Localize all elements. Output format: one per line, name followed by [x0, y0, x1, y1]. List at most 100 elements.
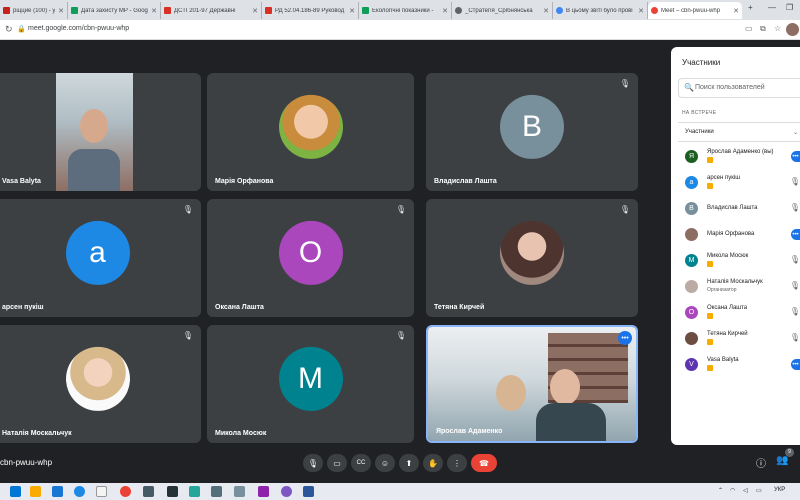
- volume-icon[interactable]: ◁: [743, 487, 748, 494]
- edge-icon[interactable]: [74, 486, 85, 497]
- video-tile[interactable]: 🎙 Тетяна Кирчей: [426, 199, 638, 317]
- mic-off-icon: 🎙: [182, 205, 193, 214]
- viber-icon[interactable]: [281, 486, 292, 497]
- app-icon[interactable]: [234, 486, 245, 497]
- list-item[interactable]: Тетяна Кирчей 🎙: [671, 327, 800, 351]
- lock-icon[interactable]: 🔒: [17, 25, 26, 33]
- captions-button[interactable]: CC: [351, 454, 371, 472]
- browser-tab[interactable]: рщцие (100) - yarad1✕: [0, 2, 68, 19]
- video-tile[interactable]: 🎙 M Микола Мосюк: [207, 325, 414, 443]
- video-tile[interactable]: 🎙 O Оксана Лашта: [207, 199, 414, 317]
- avatar: B: [685, 202, 698, 215]
- browser-tab[interactable]: РД 52.04.186-89 Руковод ✕: [262, 2, 359, 19]
- participant-name: Микола Мосюк: [707, 253, 749, 259]
- sheets-icon: [362, 7, 369, 14]
- close-icon[interactable]: ✕: [638, 7, 644, 15]
- video-tile[interactable]: 🎙 a арсен пукіш: [0, 199, 201, 317]
- profile-avatar[interactable]: [786, 23, 799, 36]
- close-icon[interactable]: ✕: [58, 7, 64, 15]
- avatar-initial: M: [298, 361, 323, 395]
- list-item[interactable]: a арсен пукіш 🎙: [671, 171, 800, 195]
- wifi-icon[interactable]: ◠: [730, 487, 735, 494]
- more-options-icon[interactable]: •••: [791, 359, 800, 370]
- close-icon[interactable]: ✕: [151, 7, 157, 15]
- close-icon[interactable]: ✕: [252, 7, 258, 15]
- browser-tab[interactable]: _Стратегія_Срібнянська ✕: [452, 2, 553, 19]
- emoji-icon: ☺: [380, 458, 390, 468]
- list-item[interactable]: B Владислав Лашта 🎙: [671, 197, 800, 221]
- close-icon[interactable]: ✕: [442, 7, 448, 15]
- microphone-icon: 🎙: [307, 458, 319, 468]
- video-tile[interactable]: Марія Орфанова: [207, 73, 414, 191]
- info-icon[interactable]: ⓘ: [756, 455, 766, 470]
- more-options-button[interactable]: ⋮: [447, 454, 467, 472]
- raise-hand-button[interactable]: ✋: [423, 454, 443, 472]
- app-icon[interactable]: [211, 486, 222, 497]
- meet-recording-icon: [651, 7, 658, 14]
- store-icon[interactable]: [52, 486, 63, 497]
- tab-title: Meet – cbn-pwuu-whp: [661, 7, 721, 14]
- microphone-button[interactable]: 🎙: [303, 454, 323, 472]
- close-icon[interactable]: ✕: [733, 7, 739, 15]
- browser-tab[interactable]: В цьому звіті було прові ✕: [553, 2, 648, 19]
- list-item[interactable]: M Микола Мосюк 🎙: [671, 249, 800, 273]
- star-icon[interactable]: ☆: [774, 24, 781, 33]
- avatar: [685, 228, 698, 241]
- app-icon[interactable]: [189, 486, 200, 497]
- camera-feed: [56, 73, 133, 191]
- list-item[interactable]: Марія Орфанова •••: [671, 223, 800, 247]
- more-vert-icon: ⋮: [453, 458, 461, 468]
- windows-start-icon[interactable]: [10, 486, 21, 497]
- minimize-icon[interactable]: —: [768, 3, 776, 12]
- more-options-icon[interactable]: •••: [791, 229, 800, 240]
- list-item[interactable]: Наталія Москальчук Организатор 🎙: [671, 275, 800, 299]
- close-icon[interactable]: ✕: [543, 7, 549, 15]
- people-icon[interactable]: 👥: [776, 455, 788, 466]
- chevron-icon: ⌄: [792, 130, 798, 136]
- app-icon[interactable]: [96, 486, 107, 497]
- list-item[interactable]: Я Ярослав Адаменко (вы) •••: [671, 145, 800, 169]
- status-badge: [707, 339, 713, 345]
- language-indicator[interactable]: УКР: [774, 487, 785, 493]
- file-explorer-icon[interactable]: [30, 486, 41, 497]
- app-icon[interactable]: [143, 486, 154, 497]
- list-item[interactable]: O Оксана Лашта 🎙: [671, 301, 800, 325]
- participant-name: Ярослав Адаменко (вы): [707, 149, 774, 155]
- reload-icon[interactable]: ↻: [5, 24, 13, 35]
- browser-tab[interactable]: Дата захисту МР - Googl ✕: [68, 2, 161, 19]
- camera-button[interactable]: ▭: [327, 454, 347, 472]
- more-options-icon[interactable]: •••: [791, 151, 800, 162]
- browser-tab[interactable]: ДСТІ 201-97 Державні ✕: [161, 2, 262, 19]
- word-icon[interactable]: [303, 486, 314, 497]
- chevron-up-icon[interactable]: ⌃: [718, 487, 723, 494]
- chrome-icon[interactable]: [120, 486, 131, 497]
- mic-off-icon: 🎙: [619, 79, 630, 88]
- search-input[interactable]: 🔍 Поиск пользователей: [678, 78, 800, 98]
- video-tile[interactable]: Vasa Balyta: [0, 73, 201, 191]
- video-tile[interactable]: 🎙 B Владислав Лашта: [426, 73, 638, 191]
- app-icon[interactable]: [167, 486, 178, 497]
- battery-icon[interactable]: ▭: [756, 487, 762, 494]
- maximize-icon[interactable]: ❐: [786, 3, 793, 12]
- phone-hangup-icon: ☎: [479, 458, 489, 468]
- mic-off-icon: 🎙: [395, 205, 406, 214]
- url-field[interactable]: meet.google.com/cbn-pwuu-whp: [28, 25, 129, 32]
- camera-icon[interactable]: ▭: [745, 24, 753, 33]
- participant-name: Марія Орфанова: [707, 231, 755, 237]
- video-tile-self[interactable]: ••• Ярослав Адаменко: [426, 325, 638, 443]
- video-tile[interactable]: 🎙 Наталія Москальчук: [0, 325, 201, 443]
- close-icon[interactable]: ✕: [349, 7, 355, 15]
- present-button[interactable]: ⬆: [399, 454, 419, 472]
- more-options-icon[interactable]: •••: [618, 331, 632, 345]
- translate-icon[interactable]: ⧉: [760, 24, 766, 34]
- new-tab-icon[interactable]: +: [748, 3, 753, 12]
- list-item[interactable]: V Vasa Balyta •••: [671, 353, 800, 377]
- leave-call-button[interactable]: ☎: [471, 454, 497, 472]
- browser-tab-active[interactable]: Meet – cbn-pwuu-whp ✕: [648, 2, 742, 19]
- participants-group-header[interactable]: Участники ⌄: [678, 122, 800, 142]
- app-icon[interactable]: [258, 486, 269, 497]
- participant-name: Vasa Balyta: [2, 178, 41, 185]
- browser-tab[interactable]: Екологічні показники - ✕: [359, 2, 452, 19]
- reactions-button[interactable]: ☺: [375, 454, 395, 472]
- participant-name: арсен пукіш: [2, 304, 44, 311]
